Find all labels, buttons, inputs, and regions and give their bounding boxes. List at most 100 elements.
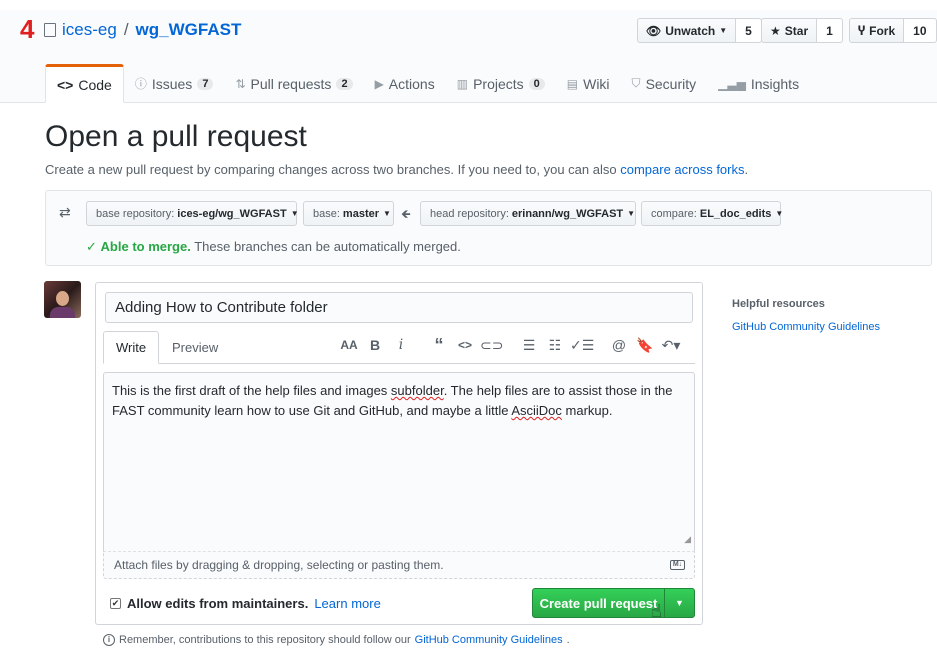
fork-control: Ⴤ Fork 10 bbox=[849, 18, 937, 43]
reply-icon[interactable]: ↶▾ bbox=[660, 337, 682, 354]
tab-label: Insights bbox=[750, 75, 800, 92]
quote-icon[interactable]: “ bbox=[428, 335, 450, 356]
caret-down-icon: ▼ bbox=[627, 209, 636, 218]
body-text-3: markup. bbox=[561, 403, 613, 418]
bulleted-list-icon[interactable]: ☰ bbox=[518, 337, 540, 354]
tab-label: Code bbox=[78, 76, 112, 93]
repo-name-link[interactable]: wg_WGFAST bbox=[136, 20, 242, 40]
markdown-toolbar: AA B i “ <> ⊂⊃ ☰ ☷ ✓☰ @ 🔖 ↶▾ bbox=[338, 334, 686, 356]
merge-status: ✓ Able to merge. These branches can be a… bbox=[86, 239, 461, 255]
caret-down-icon: ▼ bbox=[719, 26, 728, 35]
watch-count[interactable]: 5 bbox=[736, 18, 762, 43]
compare-across-forks-link[interactable]: compare across forks bbox=[620, 162, 744, 177]
book-icon: ▤ bbox=[566, 76, 579, 91]
star-control: ★ Star 1 bbox=[761, 18, 843, 43]
tab-write[interactable]: Write bbox=[103, 331, 160, 364]
fork-label: Fork bbox=[869, 23, 896, 38]
tab-preview[interactable]: Preview bbox=[160, 331, 230, 364]
community-guidelines-link[interactable]: GitHub Community Guidelines bbox=[415, 634, 563, 646]
page-description: Create a new pull request by comparing c… bbox=[45, 162, 748, 177]
play-icon: ▶ bbox=[374, 76, 384, 91]
tab-actions[interactable]: ▶ Actions bbox=[364, 64, 446, 103]
tab-projects[interactable]: ▥ Projects 0 bbox=[446, 64, 556, 103]
link-icon[interactable]: ⊂⊃ bbox=[480, 337, 503, 354]
tab-security[interactable]: ⛉ Security bbox=[621, 64, 708, 103]
star-count[interactable]: 1 bbox=[817, 18, 843, 43]
avatar-face bbox=[56, 291, 69, 306]
task-list-icon[interactable]: ✓☰ bbox=[570, 337, 594, 354]
base-repo-value: ices-eg/wg_WGFAST bbox=[177, 207, 287, 220]
base-value: master bbox=[342, 207, 379, 220]
compare-value: EL_doc_edits bbox=[699, 207, 772, 220]
fork-count[interactable]: 10 bbox=[904, 18, 937, 43]
create-pull-request-button-group: Create pull request ▼ bbox=[532, 588, 695, 618]
helpful-resources-heading: Helpful resources bbox=[732, 298, 825, 310]
tab-issues[interactable]: ⓘ Issues 7 bbox=[124, 64, 225, 103]
fork-button[interactable]: Ⴤ Fork bbox=[849, 18, 905, 43]
resize-handle-icon[interactable]: ◢ bbox=[684, 529, 691, 549]
tab-label: Wiki bbox=[583, 75, 610, 92]
header-text-icon[interactable]: AA bbox=[338, 338, 360, 352]
code-icon: <> bbox=[57, 76, 74, 93]
body-text-1: This is the first draft of the help file… bbox=[112, 383, 391, 398]
bold-icon[interactable]: B bbox=[364, 337, 386, 353]
caret-down-icon: ▼ bbox=[383, 209, 391, 218]
tab-code[interactable]: <> Code bbox=[45, 64, 124, 103]
tab-label: Pull requests bbox=[250, 75, 332, 92]
description-end: . bbox=[744, 162, 749, 177]
watch-control: 👁 Unwatch ▼ 5 bbox=[637, 18, 762, 43]
tab-insights[interactable]: ▁▃▅ Insights bbox=[707, 64, 810, 103]
repo-nav-tabs: <> Code ⓘ Issues 7 ⇅ Pull requests 2 ▶ A… bbox=[45, 64, 810, 103]
repo-owner-link[interactable]: ices-eg bbox=[62, 20, 117, 40]
info-icon: i bbox=[103, 634, 115, 646]
numbered-list-icon[interactable]: ☷ bbox=[544, 337, 566, 354]
tab-label: Issues bbox=[151, 75, 193, 92]
allow-edits-label: Allow edits from maintainers. bbox=[127, 596, 309, 611]
head-repo-value: erinann/wg_WGFAST bbox=[511, 207, 624, 220]
tab-label: Projects bbox=[473, 75, 524, 92]
tab-counter: 0 bbox=[528, 77, 545, 90]
step-marker: 4 bbox=[20, 14, 35, 44]
code-icon[interactable]: <> bbox=[454, 338, 476, 352]
page-title: Open a pull request bbox=[45, 120, 307, 153]
avatar-body bbox=[50, 307, 75, 318]
eye-icon: 👁 bbox=[646, 23, 662, 38]
base-branch-select[interactable]: base: master ▼ bbox=[303, 201, 394, 226]
pr-body-textarea[interactable]: This is the first draft of the help file… bbox=[103, 372, 695, 551]
compare-arrows-icon: ⇄ bbox=[59, 204, 71, 220]
issue-icon: ⓘ bbox=[134, 77, 147, 91]
allow-edits-option: ✔ Allow edits from maintainers. Learn mo… bbox=[110, 596, 381, 611]
star-label: Star bbox=[784, 23, 809, 38]
tab-label: Security bbox=[645, 75, 697, 92]
head-repository-select[interactable]: head repository: erinann/wg_WGFAST ▼ bbox=[420, 201, 636, 226]
avatar[interactable] bbox=[44, 281, 81, 318]
unwatch-button[interactable]: 👁 Unwatch ▼ bbox=[637, 18, 737, 43]
caret-down-icon: ▼ bbox=[775, 209, 784, 218]
sidebar-community-guidelines-link[interactable]: GitHub Community Guidelines bbox=[732, 321, 880, 333]
misspelled-word: AsciiDoc bbox=[511, 403, 562, 418]
tab-wiki[interactable]: ▤ Wiki bbox=[556, 64, 621, 103]
allow-edits-checkbox[interactable]: ✔ bbox=[110, 598, 121, 609]
italic-icon[interactable]: i bbox=[390, 337, 412, 353]
star-button[interactable]: ★ Star bbox=[761, 18, 818, 43]
mention-icon[interactable]: @ bbox=[608, 337, 630, 353]
create-pull-request-button[interactable]: Create pull request bbox=[533, 589, 665, 617]
bookmark-icon[interactable]: 🔖 bbox=[634, 337, 656, 354]
base-repository-select[interactable]: base repository: ices-eg/wg_WGFAST ▼ bbox=[86, 201, 299, 226]
caret-down-icon: ▼ bbox=[290, 209, 299, 218]
contribution-reminder: i Remember, contributions to this reposi… bbox=[103, 634, 570, 646]
unwatch-label: Unwatch bbox=[665, 23, 716, 38]
learn-more-link[interactable]: Learn more bbox=[314, 596, 380, 611]
merge-status-detail: These branches can be automatically merg… bbox=[194, 239, 461, 254]
markdown-icon[interactable]: M↓ bbox=[670, 560, 685, 570]
repo-icon bbox=[44, 23, 56, 37]
attach-files-dropzone[interactable]: Attach files by dragging & dropping, sel… bbox=[103, 551, 695, 579]
caret-down-icon[interactable]: ▼ bbox=[665, 589, 694, 617]
tab-pull-requests[interactable]: ⇅ Pull requests 2 bbox=[224, 64, 363, 103]
reminder-text: Remember, contributions to this reposito… bbox=[119, 634, 411, 646]
base-repo-label: base repository: bbox=[96, 207, 175, 220]
project-icon: ▥ bbox=[456, 76, 469, 91]
pr-title-input[interactable]: Adding How to Contribute folder bbox=[105, 292, 693, 323]
check-icon: ✓ bbox=[86, 239, 97, 254]
compare-branch-select[interactable]: compare: EL_doc_edits ▼ bbox=[641, 201, 784, 226]
